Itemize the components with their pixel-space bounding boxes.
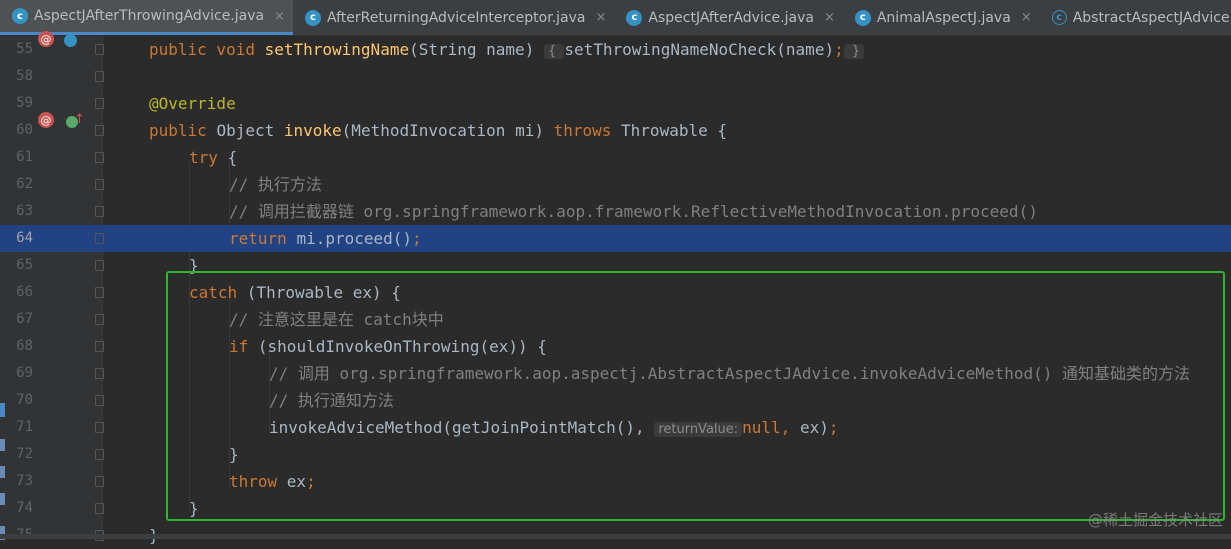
- fold-marker-icon[interactable]: [95, 368, 104, 379]
- code-token: // 调用拦截器链 org.springframework.aop.framew…: [229, 202, 1038, 221]
- code-text: public void setThrowingName(String name)…: [149, 36, 865, 65]
- fold-marker-icon[interactable]: [95, 341, 104, 352]
- code-token: mi.proceed(): [296, 229, 413, 248]
- line-number[interactable]: 59: [5, 90, 33, 117]
- close-icon[interactable]: ×: [824, 10, 835, 25]
- fold-marker-icon[interactable]: [95, 233, 104, 244]
- tab-label: AnimalAspectJ.java: [876, 9, 1011, 26]
- code-token: throws: [553, 121, 622, 140]
- tab-label: AbstractAspectJAdvice.java: [1072, 9, 1231, 26]
- fold-marker-icon[interactable]: [95, 395, 104, 406]
- tab-label: AfterReturningAdviceInterceptor.java: [327, 9, 586, 26]
- fold-marker-icon[interactable]: [95, 260, 104, 271]
- code-text: @Override: [149, 90, 236, 117]
- code-token: {: [227, 148, 238, 167]
- fold-marker-icon[interactable]: [95, 152, 104, 163]
- code-line[interactable]: 64 return mi.proceed();: [0, 225, 1231, 252]
- tab-label: AspectJAfterAdvice.java: [648, 9, 814, 26]
- code-token: try: [189, 148, 228, 167]
- fold-marker-icon[interactable]: [95, 503, 104, 514]
- code-token: setThrowingName: [264, 40, 410, 59]
- line-number[interactable]: 63: [5, 198, 33, 225]
- close-icon[interactable]: ×: [1021, 10, 1032, 25]
- implements-icon[interactable]: [64, 34, 77, 47]
- code-token: return: [229, 229, 297, 248]
- code-token: ;: [412, 229, 422, 248]
- tab-4[interactable]: cAbstractAspectJAdvice.java×: [1040, 0, 1231, 35]
- code-line[interactable]: 61 try {: [0, 144, 1231, 171]
- code-token: (MethodInvocation mi): [341, 121, 554, 140]
- editor-tab-bar: c AspectJAfterThrowingAdvice.java × c AfterR…: [0, 0, 1231, 36]
- fold-marker-icon[interactable]: [95, 125, 104, 136]
- fold-marker-icon[interactable]: [95, 287, 104, 298]
- line-number[interactable]: 65: [5, 252, 33, 279]
- code-text: return mi.proceed();: [229, 225, 422, 252]
- class-icon: c: [305, 9, 321, 26]
- line-number[interactable]: 66: [5, 279, 33, 306]
- code-line[interactable]: 63 // 调用拦截器链 org.springframework.aop.fram…: [0, 198, 1231, 225]
- fold-marker-icon[interactable]: [95, 98, 104, 109]
- override-icon[interactable]: @: [38, 31, 54, 47]
- class-icon: c: [12, 8, 28, 24]
- class-icon: c: [854, 9, 871, 26]
- tab-1[interactable]: c AfterReturningAdviceInterceptor.java ×: [293, 0, 614, 35]
- code-line[interactable]: 55 public void setThrowingName(String nam…: [0, 36, 1231, 63]
- code-text: try {: [189, 144, 237, 171]
- line-number[interactable]: 61: [5, 144, 33, 171]
- fold-marker-icon[interactable]: [95, 179, 104, 190]
- tab-2[interactable]: c AspectJAfterAdvice.java ×: [614, 0, 842, 35]
- line-number[interactable]: 73: [5, 468, 33, 495]
- line-number[interactable]: 69: [5, 360, 33, 387]
- code-token: ;: [834, 40, 844, 59]
- close-icon[interactable]: ×: [274, 9, 285, 24]
- line-number[interactable]: 64: [5, 225, 33, 252]
- line-number[interactable]: 67: [5, 306, 33, 333]
- line-number[interactable]: 74: [5, 495, 33, 522]
- fold-marker-icon[interactable]: [95, 206, 104, 217]
- horizontal-scrollbar[interactable]: [0, 534, 1231, 539]
- line-number[interactable]: 60: [5, 117, 33, 144]
- fold-marker-icon[interactable]: [95, 422, 104, 433]
- close-icon[interactable]: ×: [596, 10, 607, 25]
- fold-marker-icon[interactable]: [95, 476, 104, 487]
- tab-label: AspectJAfterThrowingAdvice.java: [34, 8, 265, 24]
- line-number[interactable]: 68: [5, 333, 33, 360]
- code-token: setThrowingNameNoCheck(name): [564, 40, 835, 59]
- code-token: Throwable {: [621, 121, 727, 140]
- fold-marker-icon[interactable]: [95, 44, 104, 55]
- code-line[interactable]: 59 @Override: [0, 90, 1231, 117]
- code-token: invoke: [283, 121, 342, 140]
- fold-marker-icon[interactable]: [95, 314, 104, 325]
- inlay-hint: }: [843, 44, 865, 59]
- code-token: (String name): [409, 40, 544, 59]
- code-token: // 执行方法: [229, 175, 322, 194]
- code-token: Object: [216, 121, 284, 140]
- code-line[interactable]: 62 // 执行方法: [0, 171, 1231, 198]
- abstract-class-icon: c: [1051, 10, 1067, 25]
- code-token: @Override: [149, 94, 236, 113]
- code-line[interactable]: 60 public Object invoke(MethodInvocation …: [0, 117, 1231, 144]
- tab-3[interactable]: c AnimalAspectJ.java ×: [843, 0, 1040, 35]
- code-line[interactable]: 58: [0, 63, 1231, 90]
- line-number[interactable]: 58: [5, 63, 33, 90]
- code-text: // 调用拦截器链 org.springframework.aop.framew…: [229, 198, 1038, 225]
- line-number[interactable]: 70: [5, 387, 33, 414]
- class-icon: c: [626, 9, 643, 26]
- code-token: public void: [149, 40, 265, 59]
- watermark: @稀土掘金技术社区: [1087, 511, 1223, 529]
- catch-block-highlight-box: [166, 271, 1225, 521]
- line-number[interactable]: 62: [5, 171, 33, 198]
- code-text: public Object invoke(MethodInvocation mi…: [149, 117, 727, 144]
- code-text: // 执行方法: [229, 171, 322, 198]
- override-icon[interactable]: @: [38, 112, 54, 128]
- line-number[interactable]: 55: [5, 36, 33, 63]
- fold-marker-icon[interactable]: [95, 449, 104, 460]
- line-number[interactable]: 72: [5, 441, 33, 468]
- line-number[interactable]: 71: [5, 414, 33, 441]
- up-arrow-icon[interactable]: ↑: [74, 112, 85, 127]
- fold-marker-icon[interactable]: [95, 71, 104, 82]
- inlay-hint: {: [543, 44, 565, 59]
- code-token: public: [149, 121, 217, 140]
- tab-0[interactable]: c AspectJAfterThrowingAdvice.java ×: [0, 0, 293, 35]
